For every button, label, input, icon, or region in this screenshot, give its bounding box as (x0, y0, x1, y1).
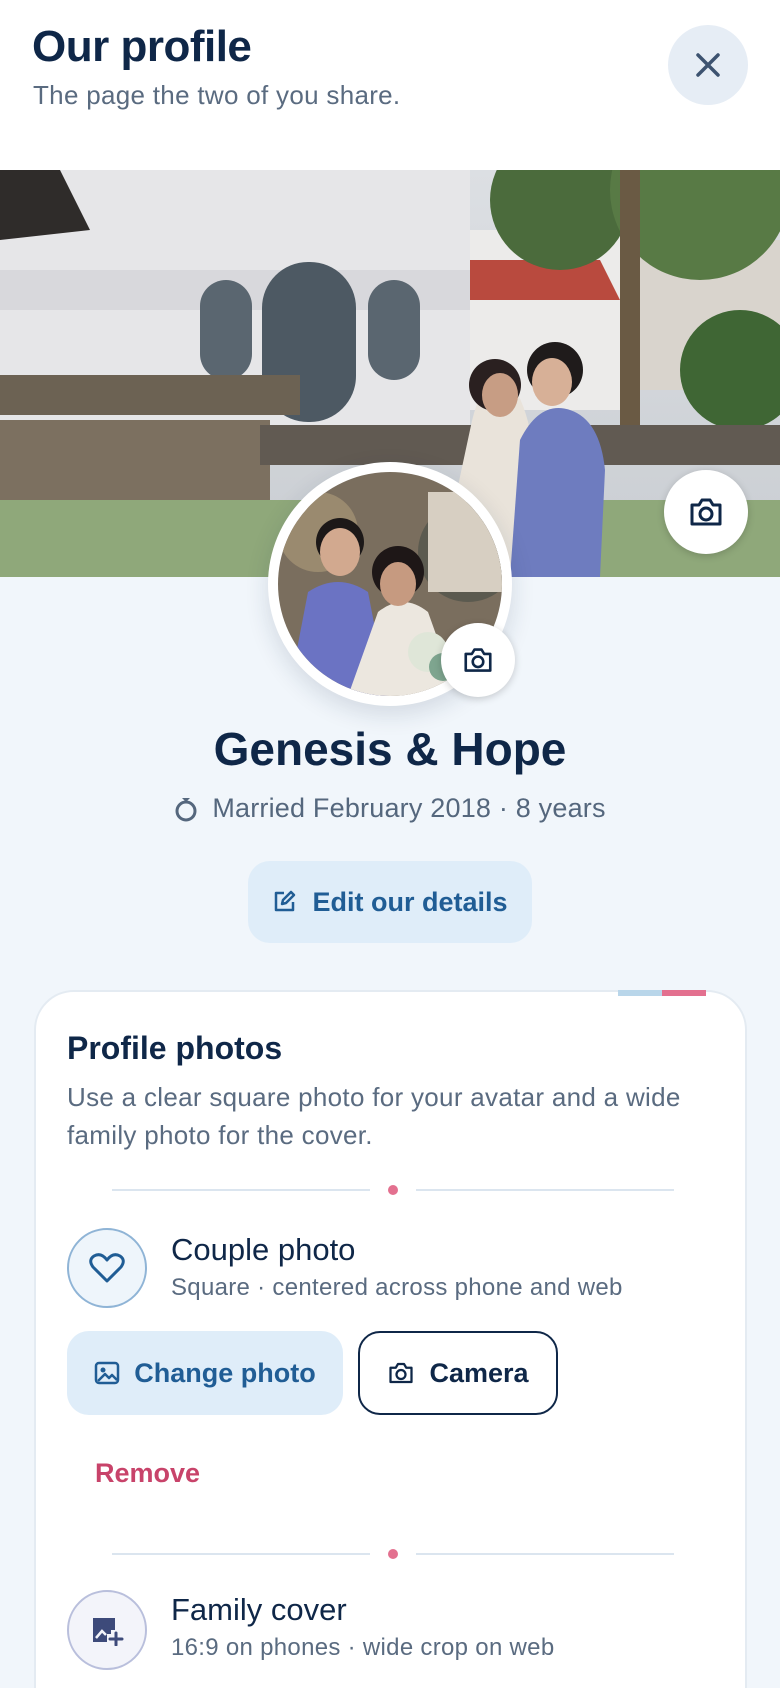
camera-icon (464, 648, 492, 672)
camera-label: Camera (429, 1357, 529, 1388)
change-photo-label: Change photo (134, 1357, 316, 1388)
married-info: Married February 2018 · 8 years (0, 793, 780, 824)
camera-button[interactable]: Camera (358, 1331, 558, 1415)
heart-icon (89, 1253, 125, 1283)
couple-photo-title: Couple photo (171, 1232, 356, 1267)
cover-camera-button[interactable] (664, 470, 748, 554)
image-icon (95, 1361, 120, 1385)
couple-name: Genesis & Hope (213, 723, 567, 775)
close-icon (696, 53, 720, 77)
divider (112, 1184, 674, 1196)
family-cover-subtitle: 16:9 on phones · wide crop on web (171, 1634, 555, 1661)
card-description: Use a clear square photo for your avatar… (67, 1082, 681, 1150)
couple-photo-subtitle: Square · centered across phone and web (171, 1274, 623, 1301)
profile-photos-card: Profile photos Use a clear square photo … (34, 990, 747, 1688)
family-cover-icon-badge (67, 1590, 147, 1670)
edit-icon (275, 890, 296, 912)
edit-details-button[interactable]: Edit our details (248, 861, 532, 943)
avatar-camera-button[interactable] (441, 623, 515, 697)
married-text: Married February 2018 · 8 years (212, 793, 606, 823)
camera-icon (690, 498, 722, 526)
page-subtitle: The page the two of you share. (33, 80, 401, 110)
remove-photo-link[interactable]: Remove (95, 1458, 200, 1489)
change-photo-button[interactable]: Change photo (67, 1331, 343, 1415)
family-cover-title: Family cover (171, 1592, 347, 1627)
edit-details-label: Edit our details (312, 886, 508, 917)
card-title: Profile photos (67, 1030, 283, 1066)
divider (112, 1548, 674, 1560)
page-title: Our profile (32, 22, 252, 71)
couple-photo-icon-badge (67, 1228, 147, 1308)
camera-icon (389, 1362, 414, 1384)
add-photo-icon (93, 1618, 124, 1646)
close-button[interactable] (668, 25, 748, 105)
card-accent (618, 990, 706, 996)
header: Our profile The page the two of you shar… (0, 0, 780, 170)
ring-icon (175, 797, 197, 821)
